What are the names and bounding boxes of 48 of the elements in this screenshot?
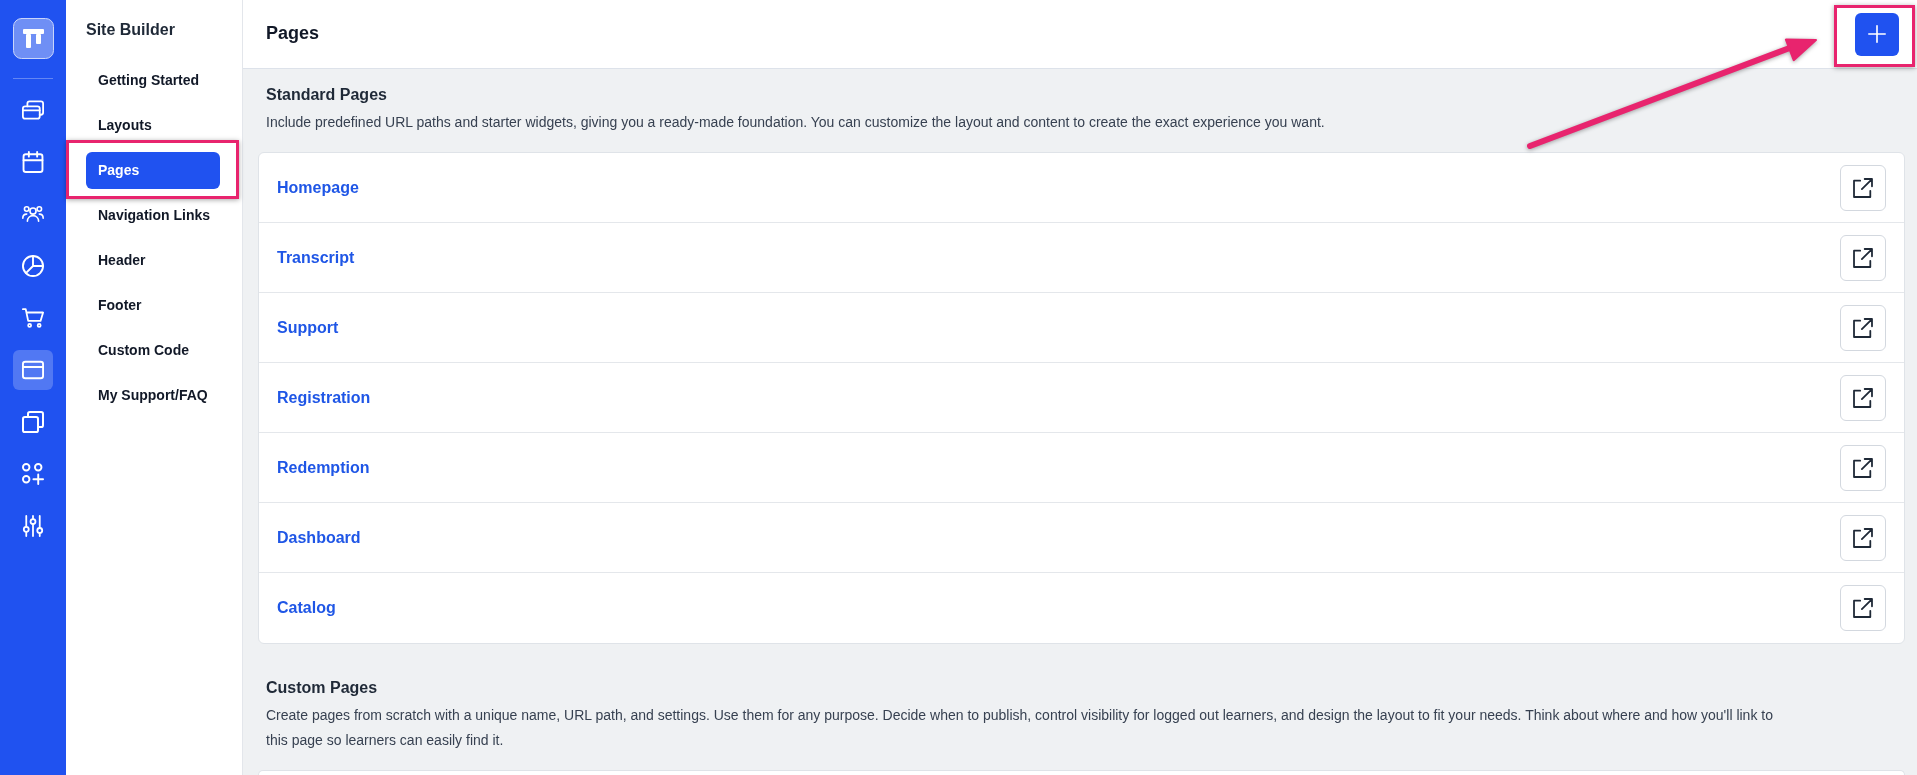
page-link[interactable]: Registration bbox=[277, 385, 371, 410]
open-page-button[interactable] bbox=[1840, 164, 1886, 211]
sidebar-link[interactable]: My Support/FAQ bbox=[86, 377, 220, 414]
sidebar-link[interactable]: Getting Started bbox=[86, 62, 220, 99]
section-title: Standard Pages bbox=[266, 85, 388, 105]
page-link[interactable]: Support bbox=[277, 315, 339, 340]
open-page-button[interactable] bbox=[1840, 585, 1886, 631]
sidebar-link[interactable]: Footer bbox=[86, 287, 220, 324]
external-link-icon bbox=[1853, 247, 1873, 268]
pie-chart-icon bbox=[22, 255, 44, 277]
section-description: Create pages from scratch with a unique name, URL path, and settings. Use them for any purpose. Decide when to publish, control visibility for logged out learners, and design the layout to fit your needs. Think about where and how you'll link to this page so learners can easily find it. bbox=[266, 706, 1774, 750]
windows-icon bbox=[22, 99, 44, 121]
open-page-button[interactable] bbox=[1840, 304, 1886, 351]
external-link-icon bbox=[1853, 527, 1873, 548]
external-link-icon bbox=[1853, 387, 1873, 408]
plus-icon bbox=[1868, 25, 1886, 43]
page-link[interactable]: Dashboard bbox=[277, 525, 361, 550]
page-link[interactable]: Redemption bbox=[277, 455, 370, 480]
page-title: Pages bbox=[266, 23, 320, 45]
page-link[interactable]: Catalog bbox=[277, 596, 336, 620]
open-page-button[interactable] bbox=[1840, 234, 1886, 281]
section-description: Include predefined URL paths and starter widgets, giving you a ready-made foundation. You can customize the layout and content to create the exact experience you want. bbox=[266, 113, 1326, 132]
add-button[interactable] bbox=[1855, 12, 1899, 56]
logo-icon bbox=[12, 18, 54, 59]
copy-icon bbox=[22, 411, 44, 433]
sidebar-title: Site Builder bbox=[86, 20, 176, 40]
page-link[interactable]: Transcript bbox=[277, 245, 355, 270]
open-page-button[interactable] bbox=[1840, 374, 1886, 421]
page-link[interactable]: Homepage bbox=[277, 175, 359, 200]
sidebar-link[interactable]: Header bbox=[86, 242, 220, 279]
rail-nav-button[interactable] bbox=[13, 350, 53, 390]
section-title: Custom Pages bbox=[266, 678, 379, 698]
sliders-icon bbox=[22, 515, 44, 537]
open-page-button[interactable] bbox=[1840, 444, 1886, 491]
users-icon bbox=[22, 203, 44, 225]
external-link-icon bbox=[1853, 317, 1873, 338]
sidebar-link[interactable]: Pages bbox=[86, 152, 220, 189]
sidebar-link[interactable]: Layouts bbox=[86, 107, 220, 144]
browser-window-icon bbox=[22, 359, 44, 381]
external-link-icon bbox=[1853, 177, 1873, 198]
external-link-icon bbox=[1853, 457, 1873, 478]
external-link-icon bbox=[1853, 598, 1873, 618]
sidebar-link[interactable]: Custom Code bbox=[86, 332, 220, 369]
cart-icon bbox=[22, 307, 44, 329]
open-page-button[interactable] bbox=[1840, 514, 1886, 561]
sidebar-link[interactable]: Navigation Links bbox=[86, 197, 220, 234]
apps-icon bbox=[22, 463, 44, 485]
calendar-icon bbox=[22, 151, 44, 173]
